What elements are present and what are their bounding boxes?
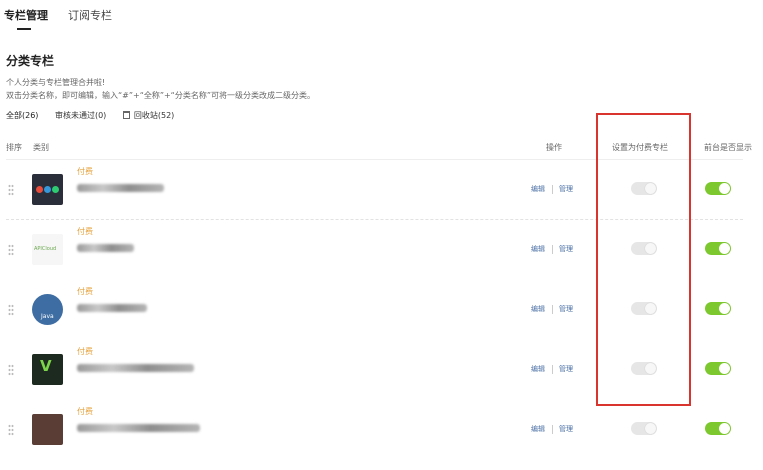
paid-badge: 付费 [77, 227, 93, 236]
trash-icon [122, 111, 130, 119]
edit-link[interactable]: 编辑 [531, 424, 545, 434]
column-header-sort: 排序 [6, 143, 22, 152]
manage-link[interactable]: 管理 [559, 184, 573, 194]
column-name-blurred[interactable] [77, 244, 134, 252]
toggle-knob [645, 423, 656, 434]
filter-all[interactable]: 全部(26) [6, 110, 38, 121]
manage-link[interactable]: 管理 [559, 244, 573, 254]
column-header-category: 类别 [33, 143, 49, 152]
drag-handle-icon[interactable] [8, 184, 14, 196]
paid-column-toggle[interactable] [631, 422, 657, 435]
column-thumbnail: Java [32, 294, 63, 325]
column-thumbnail [32, 174, 63, 205]
paid-badge: 付费 [77, 347, 93, 356]
drag-handle-icon[interactable] [8, 304, 14, 316]
edit-link[interactable]: 编辑 [531, 244, 545, 254]
toggle-knob [719, 243, 730, 254]
column-thumbnail: V [32, 354, 63, 385]
link-separator [552, 425, 553, 434]
dot-icon [44, 186, 51, 193]
link-separator [552, 185, 553, 194]
tab-bar: 专栏管理 订阅专栏 [0, 0, 763, 34]
filter-trash[interactable]: 回收站(52) [122, 110, 175, 121]
show-frontend-toggle[interactable] [705, 422, 731, 435]
description-line-1: 个人分类与专栏管理合并啦! [6, 78, 106, 87]
paid-column-highlight-box [596, 113, 691, 406]
edit-link[interactable]: 编辑 [531, 184, 545, 194]
dot-icon [52, 186, 59, 193]
paid-badge: 付费 [77, 407, 93, 416]
toggle-knob [719, 423, 730, 434]
toggle-knob [719, 303, 730, 314]
active-tab-indicator [17, 28, 31, 30]
column-header-operation: 操作 [546, 143, 562, 152]
drag-handle-icon[interactable] [8, 364, 14, 376]
filter-rejected[interactable]: 审核未通过(0) [55, 110, 106, 121]
link-separator [552, 305, 553, 314]
description-line-2: 双击分类名称，即可编辑，输入“#”+“全称”+“分类名称”可将一级分类改成二级分… [6, 91, 315, 100]
filter-trash-label: 回收站(52) [133, 111, 175, 120]
column-name-blurred[interactable] [77, 184, 164, 192]
show-frontend-toggle[interactable] [705, 302, 731, 315]
show-frontend-toggle[interactable] [705, 362, 731, 375]
column-name-blurred[interactable] [77, 364, 194, 372]
show-frontend-toggle[interactable] [705, 242, 731, 255]
tab-subscribed-columns[interactable]: 订阅专栏 [68, 7, 112, 23]
edit-link[interactable]: 编辑 [531, 364, 545, 374]
cloud-logo-text: APICloud [34, 246, 57, 252]
filter-bar: 全部(26) 审核未通过(0) 回收站(52) [6, 110, 188, 121]
section-title: 分类专栏 [6, 54, 55, 68]
column-name-blurred[interactable] [77, 304, 147, 312]
edit-link[interactable]: 编辑 [531, 304, 545, 314]
show-frontend-toggle[interactable] [705, 182, 731, 195]
dot-icon [36, 186, 43, 193]
column-thumbnail [32, 414, 63, 445]
toggle-knob [719, 183, 730, 194]
link-separator [552, 245, 553, 254]
link-separator [552, 365, 553, 374]
manage-link[interactable]: 管理 [559, 364, 573, 374]
tab-column-management[interactable]: 专栏管理 [4, 7, 48, 23]
column-name-blurred[interactable] [77, 424, 200, 432]
v-logo-text: V [40, 357, 52, 375]
toggle-knob [719, 363, 730, 374]
paid-badge: 付费 [77, 167, 93, 176]
drag-handle-icon[interactable] [8, 424, 14, 436]
drag-handle-icon[interactable] [8, 244, 14, 256]
table-row: 付费 编辑 管理 [0, 400, 763, 460]
java-logo-text: Java [41, 313, 54, 320]
manage-link[interactable]: 管理 [559, 424, 573, 434]
column-header-show: 前台是否显示 [704, 143, 752, 152]
manage-link[interactable]: 管理 [559, 304, 573, 314]
column-thumbnail: APICloud [32, 234, 63, 265]
paid-badge: 付费 [77, 287, 93, 296]
